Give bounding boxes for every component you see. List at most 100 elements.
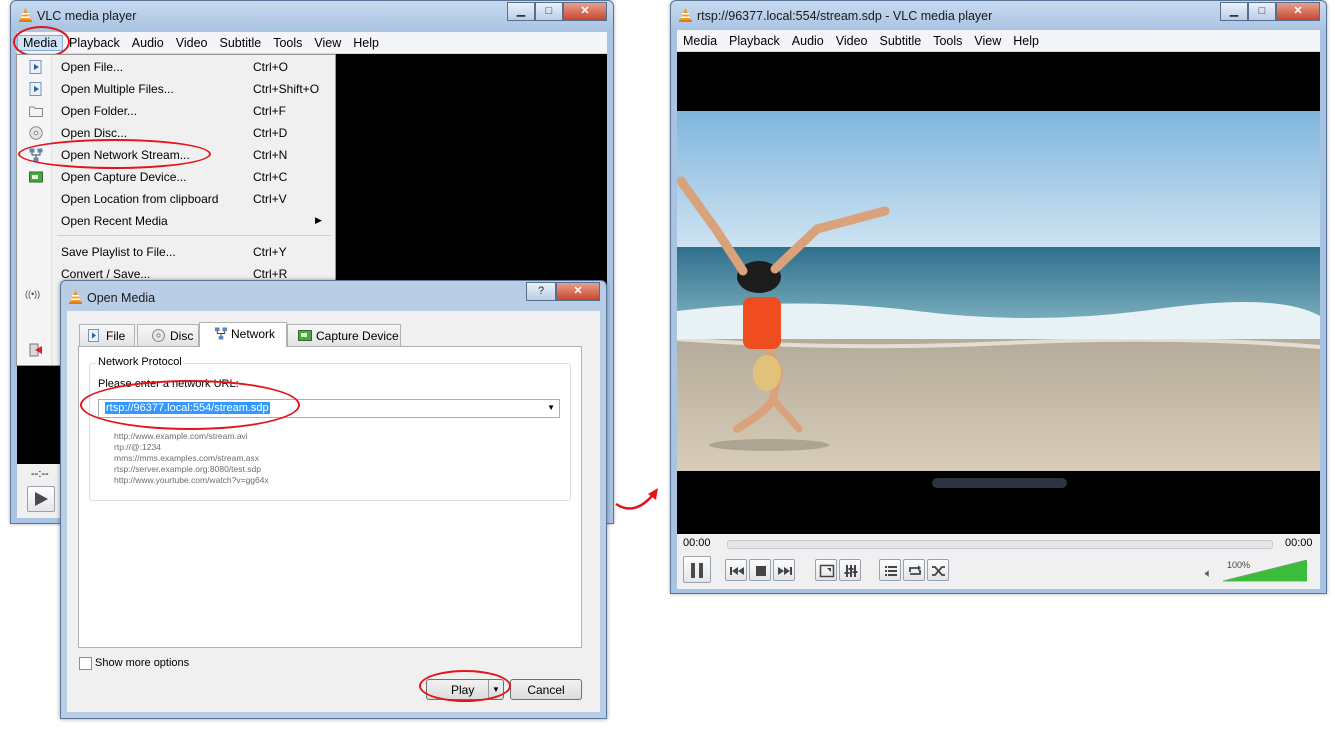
show-more-options-label: Show more options: [95, 657, 190, 669]
hint-example-1: http://www.example.com/stream.avi: [114, 431, 248, 441]
fullscreen-icon: [819, 564, 835, 578]
menu-media[interactable]: Media: [677, 34, 723, 48]
menu-item-shortcut: Ctrl+D: [253, 126, 288, 140]
seek-bar[interactable]: [727, 540, 1273, 549]
cancel-button[interactable]: Cancel: [510, 679, 582, 700]
hint-example-2: rtp://@:1234: [114, 442, 161, 452]
show-more-options-checkbox[interactable]: [79, 657, 92, 670]
capture-card-icon: [29, 171, 43, 183]
menu-item-open-multiple-files[interactable]: Open Multiple Files... Ctrl+Shift+O: [17, 78, 335, 100]
loop-button[interactable]: [903, 559, 925, 581]
menu-item-label: Open Capture Device...: [61, 170, 187, 184]
menu-item-label: Open Recent Media: [61, 214, 168, 228]
right-title-bar: rtsp://96377.local:554/stream.sdp - VLC …: [671, 1, 1326, 29]
right-menu-bar: Media Playback Audio Video Subtitle Tool…: [677, 30, 1320, 52]
stop-button[interactable]: [749, 559, 771, 581]
video-frame-image: [677, 111, 1320, 471]
menu-item-label: Open Location from clipboard: [61, 192, 219, 206]
time-elapsed: 00:00: [683, 537, 711, 549]
extended-settings-button[interactable]: [839, 559, 861, 581]
pause-button[interactable]: [683, 556, 711, 583]
right-window-controls: ▁ □ ✕: [1220, 2, 1320, 21]
tab-label: Network: [231, 327, 276, 341]
vlc-cone-icon: [69, 290, 82, 304]
fullscreen-button[interactable]: [815, 559, 837, 581]
menu-audio[interactable]: Audio: [126, 36, 170, 50]
menu-item-open-file[interactable]: Open File... Ctrl+O: [17, 56, 335, 78]
dialog-body: File Disc Network Capture Device Network…: [67, 311, 600, 712]
previous-button[interactable]: [725, 559, 747, 581]
minimize-button[interactable]: ▁: [507, 2, 535, 21]
stop-icon: [756, 566, 766, 576]
file-icon: [88, 329, 99, 342]
menu-tools[interactable]: Tools: [267, 36, 308, 50]
menu-video[interactable]: Video: [170, 36, 214, 50]
dialog-title: Open Media: [87, 291, 156, 305]
left-time-label: --:--: [31, 468, 49, 480]
playlist-icon: [885, 566, 897, 576]
capture-card-icon: [298, 330, 312, 341]
menu-playback[interactable]: Playback: [63, 36, 126, 50]
vlc-cone-icon: [679, 8, 692, 22]
help-button[interactable]: ?: [526, 282, 556, 301]
menu-view[interactable]: View: [308, 36, 347, 50]
stream-icon: ((•)): [25, 289, 41, 299]
volume-slider[interactable]: [1222, 559, 1308, 582]
volume-wedge: [1222, 559, 1308, 582]
menu-item-shortcut: Ctrl+F: [253, 104, 286, 118]
previous-icon: [730, 567, 744, 575]
right-controls-area: 00:00 00:00 🔈︎ 100%: [677, 534, 1320, 589]
menu-tools[interactable]: Tools: [927, 34, 968, 48]
menu-audio[interactable]: Audio: [786, 34, 830, 48]
playlist-button[interactable]: [879, 559, 901, 581]
menu-view[interactable]: View: [968, 34, 1007, 48]
tab-capture-device[interactable]: Capture Device: [287, 324, 401, 347]
tab-file[interactable]: File: [79, 324, 135, 347]
maximize-button[interactable]: □: [535, 2, 563, 21]
menu-item-label: Open File...: [61, 60, 124, 74]
highlight-url-field: [80, 380, 300, 430]
menu-item-shortcut: Ctrl+Shift+O: [253, 82, 320, 96]
menu-item-open-location-clipboard[interactable]: Open Location from clipboard Ctrl+V: [17, 188, 335, 210]
tab-disc[interactable]: Disc: [137, 324, 199, 347]
menu-item-open-capture-device[interactable]: Open Capture Device... Ctrl+C: [17, 166, 335, 188]
menu-item-save-playlist[interactable]: Save Playlist to File... Ctrl+Y: [17, 241, 335, 263]
menu-item-shortcut: Ctrl+N: [253, 148, 288, 162]
menu-item-shortcut: Ctrl+Y: [253, 245, 287, 259]
menu-playback[interactable]: Playback: [723, 34, 786, 48]
submenu-arrow-icon: ▶: [315, 215, 322, 225]
play-icon: [35, 492, 48, 506]
menu-help[interactable]: Help: [347, 36, 385, 50]
maximize-button[interactable]: □: [1248, 2, 1276, 21]
menu-item-label: Convert / Save...: [61, 267, 151, 281]
speaker-icon[interactable]: 🔈︎: [1205, 566, 1212, 581]
minimize-button[interactable]: ▁: [1220, 2, 1248, 21]
osd-controller[interactable]: [932, 478, 1067, 488]
dialog-close-button[interactable]: ✕: [556, 282, 600, 301]
menu-subtitle[interactable]: Subtitle: [874, 34, 928, 48]
dialog-window-controls: ? ✕: [526, 282, 600, 301]
menu-item-label: Open Folder...: [61, 104, 138, 118]
tab-network[interactable]: Network: [199, 322, 287, 347]
time-total: 00:00: [1285, 537, 1313, 549]
tab-label: Disc: [170, 329, 194, 343]
left-play-button[interactable]: [27, 486, 55, 512]
menu-video[interactable]: Video: [830, 34, 874, 48]
shuffle-button[interactable]: [927, 559, 949, 581]
tab-label: File: [106, 329, 126, 343]
close-button[interactable]: ✕: [1276, 2, 1320, 21]
menu-subtitle[interactable]: Subtitle: [214, 36, 268, 50]
close-button[interactable]: ✕: [563, 2, 607, 21]
right-window-title: rtsp://96377.local:554/stream.sdp - VLC …: [697, 9, 993, 23]
left-menu-bar: Media Playback Audio Video Subtitle Tool…: [17, 32, 607, 54]
next-button[interactable]: [773, 559, 795, 581]
shuffle-icon: [932, 566, 945, 576]
menu-item-open-recent-media[interactable]: Open Recent Media ▶: [17, 210, 335, 232]
dropdown-arrow-icon: ▼: [547, 403, 555, 412]
menu-item-label: Save Playlist to File...: [61, 245, 176, 259]
menu-item-open-folder[interactable]: Open Folder... Ctrl+F: [17, 100, 335, 122]
menu-help[interactable]: Help: [1007, 34, 1045, 48]
play-file-icon: [29, 82, 42, 96]
disc-icon: [152, 329, 165, 342]
open-media-dialog: Open Media ? ✕ File Disc Network Capture…: [60, 280, 607, 719]
